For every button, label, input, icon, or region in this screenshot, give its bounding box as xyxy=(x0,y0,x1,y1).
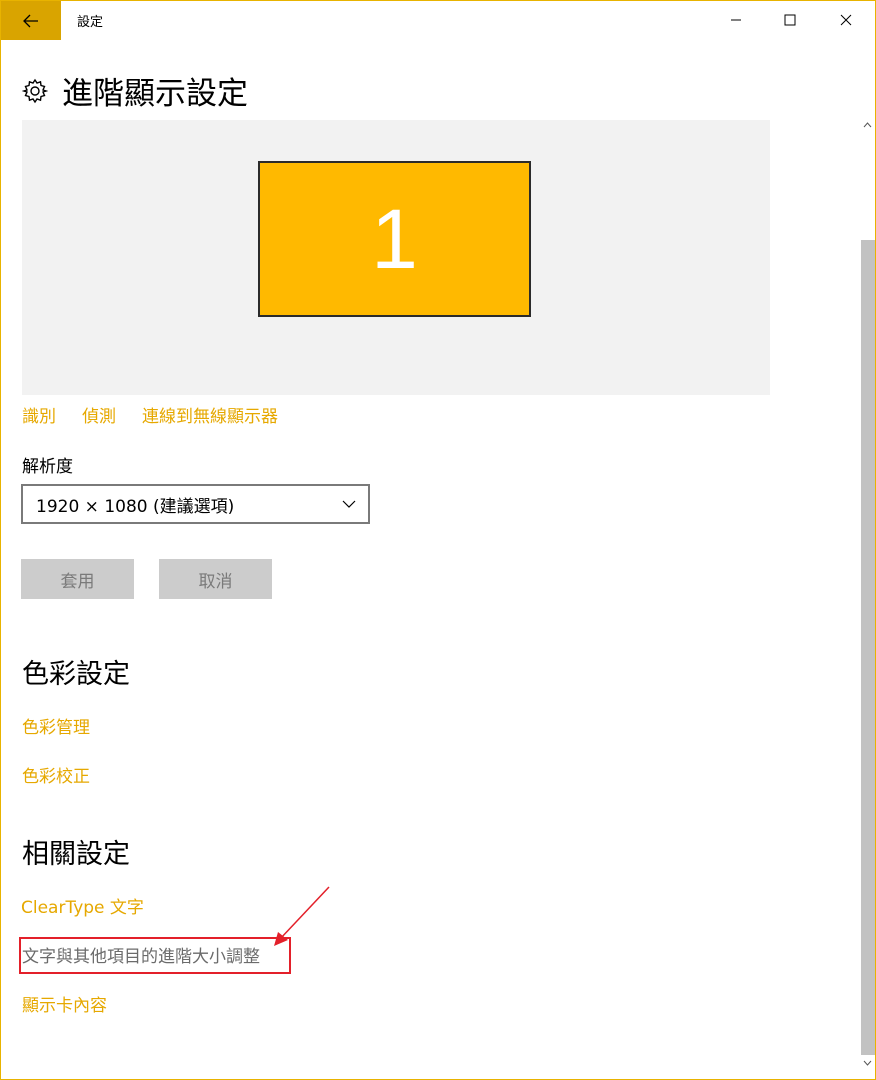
minimize-icon xyxy=(731,19,741,21)
cleartype-text-link[interactable]: ClearType 文字 xyxy=(21,893,144,918)
apply-button[interactable]: 套用 xyxy=(21,559,134,599)
back-button[interactable] xyxy=(1,1,61,40)
scroll-down-arrow-icon[interactable] xyxy=(859,1054,876,1071)
annotation-arrow xyxy=(274,886,330,946)
connect-wireless-display-link[interactable]: 連線到無線顯示器 xyxy=(142,402,278,427)
advanced-sizing-link[interactable]: 文字與其他項目的進階大小調整 xyxy=(22,942,260,967)
title-bar: 設定 xyxy=(0,0,876,40)
display-adapter-properties-link[interactable]: 顯示卡內容 xyxy=(22,991,107,1016)
color-settings-heading: 色彩設定 xyxy=(22,659,130,690)
close-button[interactable] xyxy=(818,0,874,40)
chevron-down-icon xyxy=(342,500,356,508)
monitor-number: 1 xyxy=(371,191,418,286)
display-arrangement-panel: 1 xyxy=(22,120,770,395)
close-icon xyxy=(840,14,852,26)
cancel-button[interactable]: 取消 xyxy=(159,559,272,599)
monitor-tile[interactable]: 1 xyxy=(258,161,531,317)
detect-link[interactable]: 偵測 xyxy=(82,402,116,427)
resolution-label: 解析度 xyxy=(22,457,73,477)
scroll-thumb[interactable] xyxy=(861,240,875,1055)
identify-link[interactable]: 識別 xyxy=(22,402,56,427)
related-settings-heading: 相關設定 xyxy=(22,839,130,870)
minimize-button[interactable] xyxy=(708,0,764,40)
color-management-link[interactable]: 色彩管理 xyxy=(22,713,90,738)
color-calibration-link[interactable]: 色彩校正 xyxy=(22,762,90,787)
maximize-button[interactable] xyxy=(762,0,818,40)
scroll-up-arrow-icon[interactable] xyxy=(859,116,876,133)
vertical-scrollbar[interactable] xyxy=(859,116,876,1071)
maximize-icon xyxy=(784,14,796,26)
window-title: 設定 xyxy=(77,15,104,30)
display-actions: 識別 偵測 連線到無線顯示器 xyxy=(22,402,304,427)
resolution-value: 1920 × 1080 (建議選項) xyxy=(36,496,235,517)
gear-icon xyxy=(22,78,48,103)
resolution-dropdown[interactable]: 1920 × 1080 (建議選項) xyxy=(21,484,370,524)
page-title: 進階顯示設定 xyxy=(62,76,248,112)
back-arrow-icon xyxy=(23,14,38,27)
page-header: 進階顯示設定 xyxy=(22,68,248,113)
